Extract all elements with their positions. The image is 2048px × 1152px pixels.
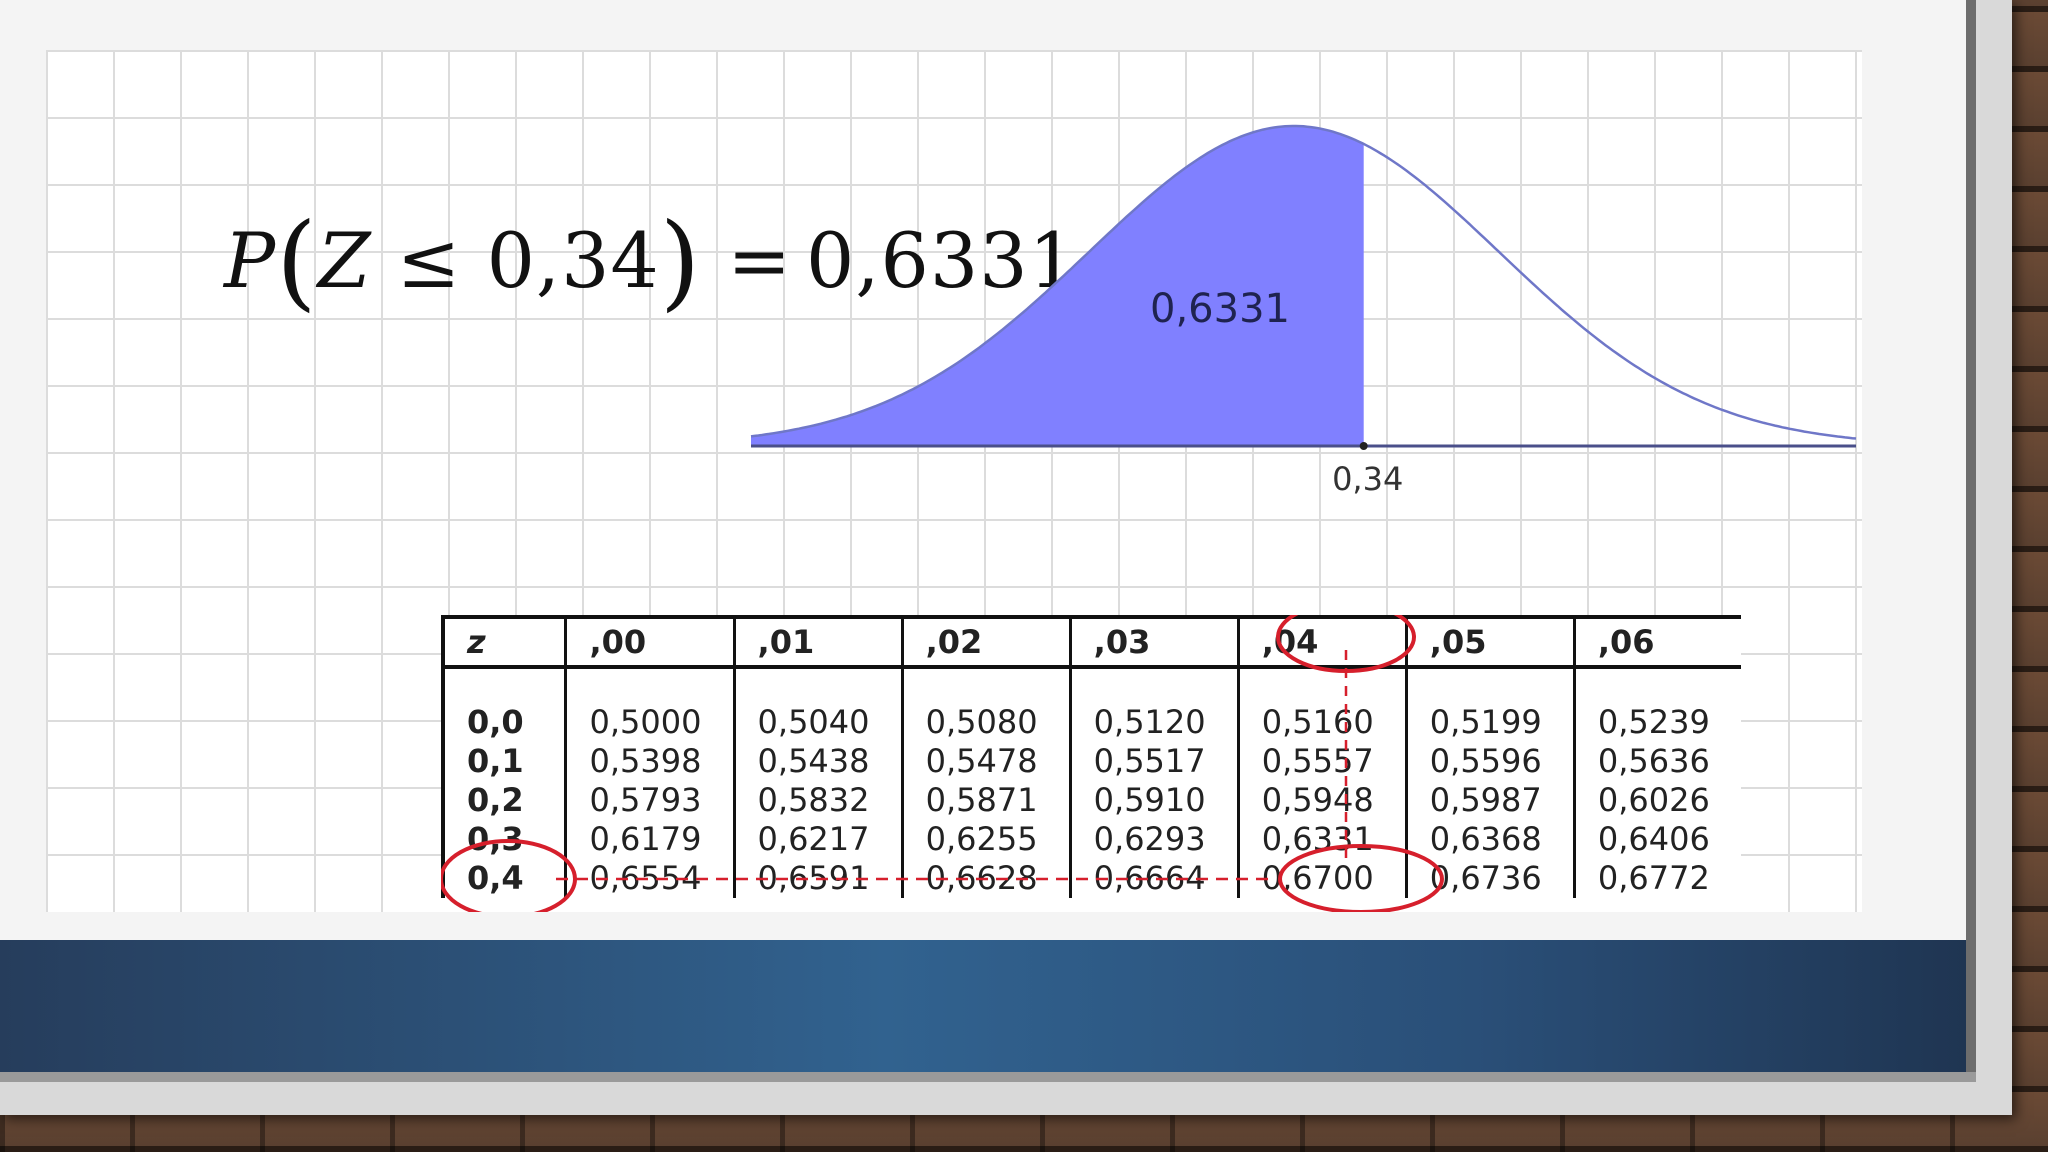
table-cell: 0,6026 [1597,781,1710,819]
table-cell: 0,5910 [1070,781,1240,820]
z-point-marker [1359,442,1368,450]
table-cell: 0,5080 [902,703,1072,742]
table-cell: 0,6736 [1406,859,1576,898]
header-z: z [441,615,568,669]
row-z-label: 0,1 [441,742,568,781]
table-cell: 0,5793 [565,781,736,820]
table-cell: 0,5478 [902,742,1072,781]
slide-frame: P(Z ≤ 0,34) = 0,6331 0,6331 0,34 z ,00 ,… [0,0,2012,1115]
normal-curve-diagram: 0,6331 0,34 [750,124,1857,498]
table-cell: 0,5398 [565,742,736,781]
table-cell: 0,6406 [1597,820,1710,858]
header-col-02: ,02 [902,615,1072,669]
slide-edge-bottom [0,1072,1976,1082]
row-z-label: 0,0 [441,703,568,742]
table-cell: 0,6368 [1406,820,1576,859]
table-cell: 0,5832 [734,781,904,820]
table-cell: 0,6179 [565,820,736,859]
table-spacer-row [441,667,1741,703]
bottom-title-bar [0,940,1966,1072]
row-z-label: 0,4 [441,859,568,898]
table-cell: 0,5438 [734,742,904,781]
header-col-01: ,01 [734,615,904,669]
table-row: 0,1 0,5398 0,5438 0,5478 0,5517 0,5557 0… [441,742,1741,781]
header-col-06: ,06 [1574,615,1741,669]
table-cell: 0,5948 [1238,781,1408,820]
table-cell: 0,5517 [1070,742,1240,781]
table-cell: 0,6554 [565,859,736,898]
table-cell: 0,5557 [1238,742,1408,781]
slide-picture: P(Z ≤ 0,34) = 0,6331 0,6331 0,34 z ,00 ,… [46,50,1862,912]
table-cell: 0,5871 [902,781,1072,820]
header-col-03: ,03 [1070,615,1240,669]
table-row: 0,0 0,5000 0,5040 0,5080 0,5120 0,5160 0… [441,703,1741,742]
row-z-label: 0,3 [441,820,568,859]
table-cell: 0,6255 [902,820,1072,859]
table-cell: 0,5636 [1597,742,1710,780]
table-cell: 0,6664 [1070,859,1240,898]
slide-edge-right [1966,0,1976,1075]
table-row-highlighted: 0,3 0,6179 0,6217 0,6255 0,6293 0,6331 0… [441,820,1741,859]
table-cell: 0,6591 [734,859,904,898]
table-cell: 0,6217 [734,820,904,859]
table-cell: 0,5000 [565,703,736,742]
area-label: 0,6331 [1150,286,1290,332]
table-cell: 0,6772 [1597,859,1710,897]
table-cell-highlighted: 0,6331 [1238,820,1408,859]
header-col-00: ,00 [565,615,736,669]
z-axis-label: 0,34 [1332,460,1403,498]
row-z-label: 0,2 [441,781,568,820]
table-header-row: z ,00 ,01 ,02 ,03 ,04 ,05 ,06 [441,615,1741,669]
table-cell: 0,6628 [902,859,1072,898]
header-col-04: ,04 [1238,615,1408,669]
table-cell: 0,5596 [1406,742,1576,781]
table-row: 0,2 0,5793 0,5832 0,5871 0,5910 0,5948 0… [441,781,1741,820]
table-cell: 0,5199 [1406,703,1576,742]
slide: P(Z ≤ 0,34) = 0,6331 0,6331 0,34 z ,00 ,… [0,0,1966,1075]
table-cell: 0,5160 [1238,703,1408,742]
table-row: 0,4 0,6554 0,6591 0,6628 0,6664 0,6700 0… [441,859,1741,898]
table-cell: 0,5120 [1070,703,1240,742]
table-cell: 0,5040 [734,703,904,742]
table-cell: 0,6700 [1238,859,1408,898]
header-col-05: ,05 [1406,615,1576,669]
z-table-container: z ,00 ,01 ,02 ,03 ,04 ,05 ,06 0,0 0,5000… [441,615,1741,912]
z-table: z ,00 ,01 ,02 ,03 ,04 ,05 ,06 0,0 0,5000… [441,615,1741,898]
table-cell: 0,6293 [1070,820,1240,859]
table-cell: 0,5987 [1406,781,1576,820]
table-cell: 0,5239 [1597,703,1710,741]
